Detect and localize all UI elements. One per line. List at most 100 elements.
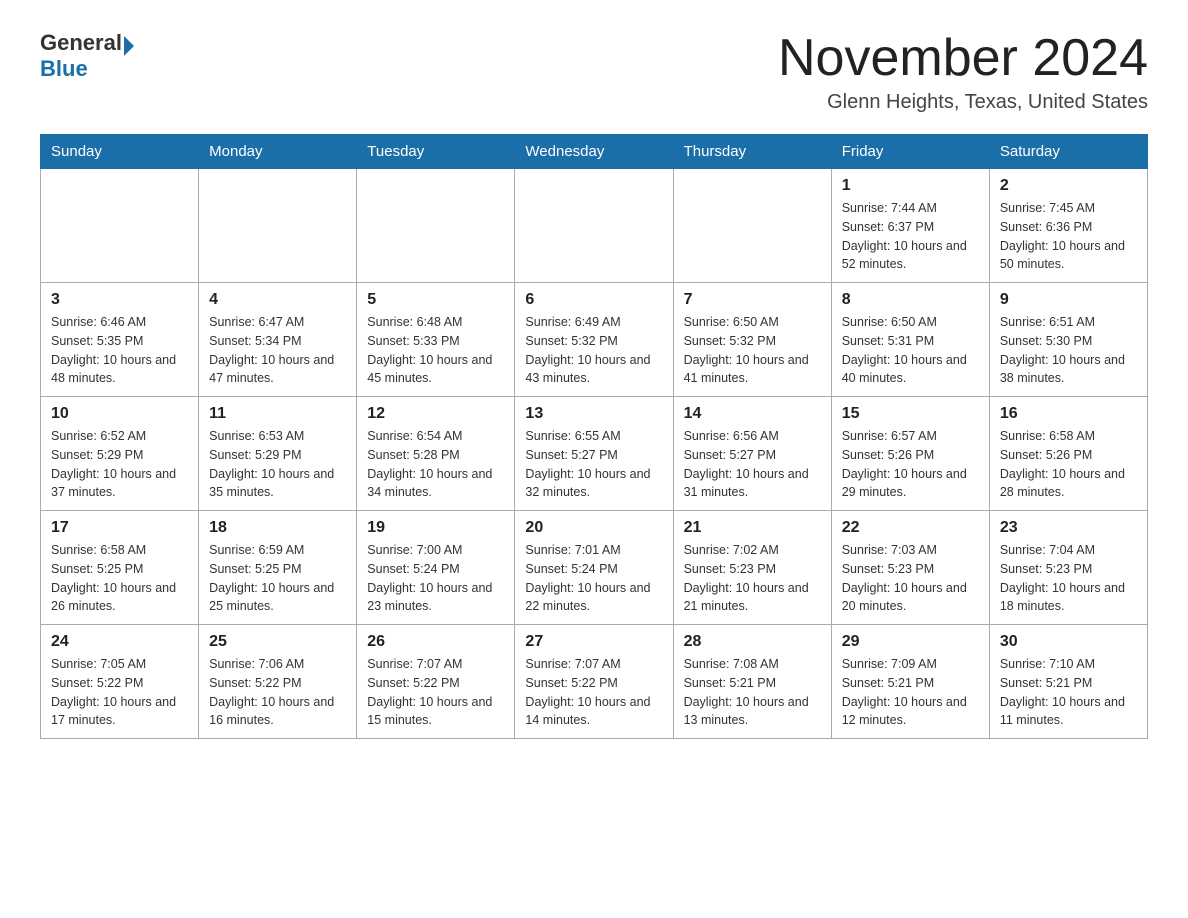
day-number: 19 bbox=[367, 519, 504, 537]
calendar-cell: 5 Sunrise: 6:48 AMSunset: 5:33 PMDaylight… bbox=[357, 283, 515, 397]
day-number: 11 bbox=[209, 405, 346, 423]
sun-info: Sunrise: 6:58 AMSunset: 5:25 PMDaylight:… bbox=[51, 541, 188, 616]
day-number: 21 bbox=[684, 519, 821, 537]
logo-blue-text: Blue bbox=[40, 56, 88, 81]
calendar-cell: 11 Sunrise: 6:53 AMSunset: 5:29 PMDayligh… bbox=[199, 397, 357, 511]
calendar-cell: 16Sunrise: 6:58 AMSunset: 5:26 PMDayligh… bbox=[989, 397, 1147, 511]
calendar-cell: 24 Sunrise: 7:05 AMSunset: 5:22 PMDayligh… bbox=[41, 625, 199, 739]
sun-info: Sunrise: 7:03 AMSunset: 5:23 PMDaylight:… bbox=[842, 541, 979, 616]
day-number: 15 bbox=[842, 405, 979, 423]
col-monday: Monday bbox=[199, 135, 357, 169]
col-saturday: Saturday bbox=[989, 135, 1147, 169]
calendar-cell: 8 Sunrise: 6:50 AMSunset: 5:31 PMDaylight… bbox=[831, 283, 989, 397]
sun-info: Sunrise: 7:08 AMSunset: 5:21 PMDaylight:… bbox=[684, 655, 821, 730]
month-title: November 2024 bbox=[778, 30, 1148, 87]
sun-info: Sunrise: 6:53 AMSunset: 5:29 PMDaylight:… bbox=[209, 427, 346, 502]
calendar-cell: 26 Sunrise: 7:07 AMSunset: 5:22 PMDayligh… bbox=[357, 625, 515, 739]
calendar-cell: 3Sunrise: 6:46 AMSunset: 5:35 PMDaylight… bbox=[41, 283, 199, 397]
day-number: 9 bbox=[1000, 291, 1137, 309]
day-number: 12 bbox=[367, 405, 504, 423]
calendar-cell: 4Sunrise: 6:47 AMSunset: 5:34 PMDaylight… bbox=[199, 283, 357, 397]
calendar-cell: 13 Sunrise: 6:55 AMSunset: 5:27 PMDayligh… bbox=[515, 397, 673, 511]
calendar-week-row: 1 Sunrise: 7:44 AMSunset: 6:37 PMDaylight… bbox=[41, 169, 1148, 283]
calendar-week-row: 24 Sunrise: 7:05 AMSunset: 5:22 PMDayligh… bbox=[41, 625, 1148, 739]
day-number: 20 bbox=[525, 519, 662, 537]
sun-info: Sunrise: 6:55 AMSunset: 5:27 PMDaylight:… bbox=[525, 427, 662, 502]
calendar-cell: 20 Sunrise: 7:01 AMSunset: 5:24 PMDayligh… bbox=[515, 511, 673, 625]
day-number: 14 bbox=[684, 405, 821, 423]
calendar-cell bbox=[515, 169, 673, 283]
calendar-cell: 23 Sunrise: 7:04 AMSunset: 5:23 PMDayligh… bbox=[989, 511, 1147, 625]
day-number: 1 bbox=[842, 177, 979, 195]
sun-info: Sunrise: 7:01 AMSunset: 5:24 PMDaylight:… bbox=[525, 541, 662, 616]
calendar-cell: 14Sunrise: 6:56 AMSunset: 5:27 PMDayligh… bbox=[673, 397, 831, 511]
sun-info: Sunrise: 7:44 AMSunset: 6:37 PMDaylight:… bbox=[842, 199, 979, 274]
day-number: 26 bbox=[367, 633, 504, 651]
calendar-cell: 22Sunrise: 7:03 AMSunset: 5:23 PMDayligh… bbox=[831, 511, 989, 625]
location-subtitle: Glenn Heights, Texas, United States bbox=[778, 91, 1148, 114]
day-number: 28 bbox=[684, 633, 821, 651]
day-number: 10 bbox=[51, 405, 188, 423]
calendar-cell: 21 Sunrise: 7:02 AMSunset: 5:23 PMDayligh… bbox=[673, 511, 831, 625]
calendar-week-row: 3Sunrise: 6:46 AMSunset: 5:35 PMDaylight… bbox=[41, 283, 1148, 397]
col-sunday: Sunday bbox=[41, 135, 199, 169]
calendar-cell: 19 Sunrise: 7:00 AMSunset: 5:24 PMDayligh… bbox=[357, 511, 515, 625]
sun-info: Sunrise: 7:07 AMSunset: 5:22 PMDaylight:… bbox=[525, 655, 662, 730]
title-area: November 2024 Glenn Heights, Texas, Unit… bbox=[778, 30, 1148, 114]
day-number: 27 bbox=[525, 633, 662, 651]
sun-info: Sunrise: 7:02 AMSunset: 5:23 PMDaylight:… bbox=[684, 541, 821, 616]
logo-arrow-icon bbox=[124, 36, 134, 56]
sun-info: Sunrise: 6:50 AMSunset: 5:31 PMDaylight:… bbox=[842, 313, 979, 388]
day-number: 5 bbox=[367, 291, 504, 309]
sun-info: Sunrise: 7:00 AMSunset: 5:24 PMDaylight:… bbox=[367, 541, 504, 616]
sun-info: Sunrise: 6:52 AMSunset: 5:29 PMDaylight:… bbox=[51, 427, 188, 502]
sun-info: Sunrise: 6:47 AMSunset: 5:34 PMDaylight:… bbox=[209, 313, 346, 388]
day-number: 17 bbox=[51, 519, 188, 537]
day-number: 24 bbox=[51, 633, 188, 651]
sun-info: Sunrise: 6:57 AMSunset: 5:26 PMDaylight:… bbox=[842, 427, 979, 502]
col-thursday: Thursday bbox=[673, 135, 831, 169]
calendar-cell: 2 Sunrise: 7:45 AMSunset: 6:36 PMDaylight… bbox=[989, 169, 1147, 283]
sun-info: Sunrise: 7:07 AMSunset: 5:22 PMDaylight:… bbox=[367, 655, 504, 730]
col-wednesday: Wednesday bbox=[515, 135, 673, 169]
sun-info: Sunrise: 7:04 AMSunset: 5:23 PMDaylight:… bbox=[1000, 541, 1137, 616]
sun-info: Sunrise: 6:51 AMSunset: 5:30 PMDaylight:… bbox=[1000, 313, 1137, 388]
logo-general-text: General bbox=[40, 30, 122, 55]
day-number: 8 bbox=[842, 291, 979, 309]
sun-info: Sunrise: 6:48 AMSunset: 5:33 PMDaylight:… bbox=[367, 313, 504, 388]
day-number: 16 bbox=[1000, 405, 1137, 423]
calendar-cell: 10 Sunrise: 6:52 AMSunset: 5:29 PMDayligh… bbox=[41, 397, 199, 511]
calendar-table: Sunday Monday Tuesday Wednesday Thursday… bbox=[40, 134, 1148, 739]
sun-info: Sunrise: 7:45 AMSunset: 6:36 PMDaylight:… bbox=[1000, 199, 1137, 274]
day-number: 23 bbox=[1000, 519, 1137, 537]
calendar-cell bbox=[199, 169, 357, 283]
col-tuesday: Tuesday bbox=[357, 135, 515, 169]
calendar-week-row: 10 Sunrise: 6:52 AMSunset: 5:29 PMDayligh… bbox=[41, 397, 1148, 511]
day-number: 13 bbox=[525, 405, 662, 423]
calendar-cell: 29Sunrise: 7:09 AMSunset: 5:21 PMDayligh… bbox=[831, 625, 989, 739]
logo-bottom-line: Blue bbox=[40, 56, 88, 82]
logo-top-line: General bbox=[40, 30, 134, 56]
day-number: 30 bbox=[1000, 633, 1137, 651]
day-number: 25 bbox=[209, 633, 346, 651]
sun-info: Sunrise: 7:06 AMSunset: 5:22 PMDaylight:… bbox=[209, 655, 346, 730]
day-number: 6 bbox=[525, 291, 662, 309]
day-number: 2 bbox=[1000, 177, 1137, 195]
calendar-cell: 28 Sunrise: 7:08 AMSunset: 5:21 PMDayligh… bbox=[673, 625, 831, 739]
day-number: 3 bbox=[51, 291, 188, 309]
sun-info: Sunrise: 7:05 AMSunset: 5:22 PMDaylight:… bbox=[51, 655, 188, 730]
calendar-cell: 7Sunrise: 6:50 AMSunset: 5:32 PMDaylight… bbox=[673, 283, 831, 397]
calendar-cell: 30Sunrise: 7:10 AMSunset: 5:21 PMDayligh… bbox=[989, 625, 1147, 739]
sun-info: Sunrise: 6:54 AMSunset: 5:28 PMDaylight:… bbox=[367, 427, 504, 502]
calendar-cell bbox=[673, 169, 831, 283]
day-number: 18 bbox=[209, 519, 346, 537]
calendar-cell: 6Sunrise: 6:49 AMSunset: 5:32 PMDaylight… bbox=[515, 283, 673, 397]
calendar-cell: 25 Sunrise: 7:06 AMSunset: 5:22 PMDayligh… bbox=[199, 625, 357, 739]
sun-info: Sunrise: 6:59 AMSunset: 5:25 PMDaylight:… bbox=[209, 541, 346, 616]
calendar-cell: 17 Sunrise: 6:58 AMSunset: 5:25 PMDayligh… bbox=[41, 511, 199, 625]
page-header: General Blue November 2024 Glenn Heights… bbox=[40, 30, 1148, 114]
day-number: 29 bbox=[842, 633, 979, 651]
logo: General Blue bbox=[40, 30, 134, 82]
sun-info: Sunrise: 6:50 AMSunset: 5:32 PMDaylight:… bbox=[684, 313, 821, 388]
calendar-cell bbox=[357, 169, 515, 283]
